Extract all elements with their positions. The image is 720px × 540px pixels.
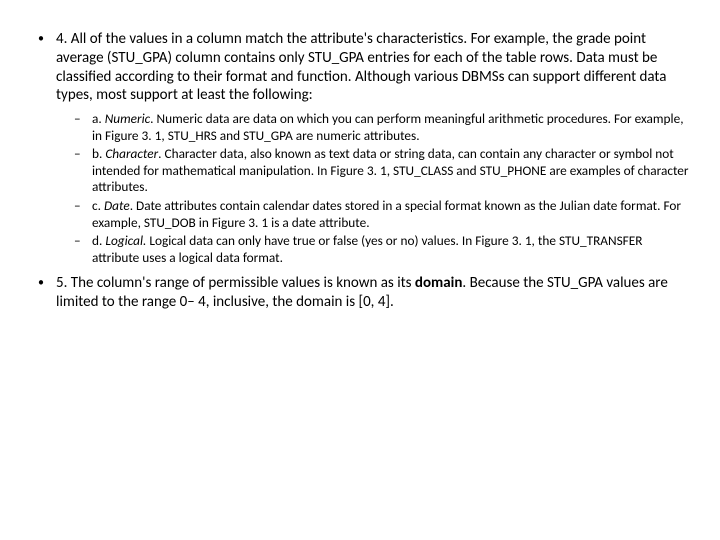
subitem-c-prefix: c. <box>92 197 104 214</box>
subitem-a-prefix: a. <box>92 110 105 127</box>
subitem-a-rest: . Numeric data are data on which you can… <box>92 110 684 144</box>
subitem-b-prefix: b. <box>92 145 105 162</box>
subitem-b-rest: . Character data, also known as text dat… <box>92 145 689 195</box>
subitem-d-prefix: d. <box>92 232 105 249</box>
subitem-d: d. Logical. Logical data can only have t… <box>92 233 690 266</box>
subitem-c-term: Date <box>104 197 130 214</box>
subitem-c-rest: . Date attributes contain calendar dates… <box>92 197 681 231</box>
item-5-prefix: 5. <box>56 274 71 292</box>
item-4-text: All of the values in a column match the … <box>56 30 666 104</box>
item-5-bold: domain <box>415 274 462 292</box>
subitem-b-term: Character <box>105 145 158 162</box>
item-4: 4. All of the values in a column match t… <box>56 30 690 266</box>
sub-list: a. Numeric. Numeric data are data on whi… <box>56 111 690 266</box>
subitem-b: b. Character. Character data, also known… <box>92 146 690 196</box>
item-5: 5. The column's range of permissible val… <box>56 274 690 312</box>
item-4-prefix: 4. <box>56 30 71 48</box>
subitem-d-term: Logical. <box>105 232 146 249</box>
subitem-d-rest: Logical data can only have true or false… <box>92 232 643 266</box>
subitem-a-term: Numeric <box>105 110 150 127</box>
main-list: 4. All of the values in a column match t… <box>30 30 690 312</box>
subitem-a: a. Numeric. Numeric data are data on whi… <box>92 111 690 144</box>
item-5-text-a: The column's range of permissible values… <box>71 274 415 292</box>
subitem-c: c. Date. Date attributes contain calenda… <box>92 198 690 231</box>
